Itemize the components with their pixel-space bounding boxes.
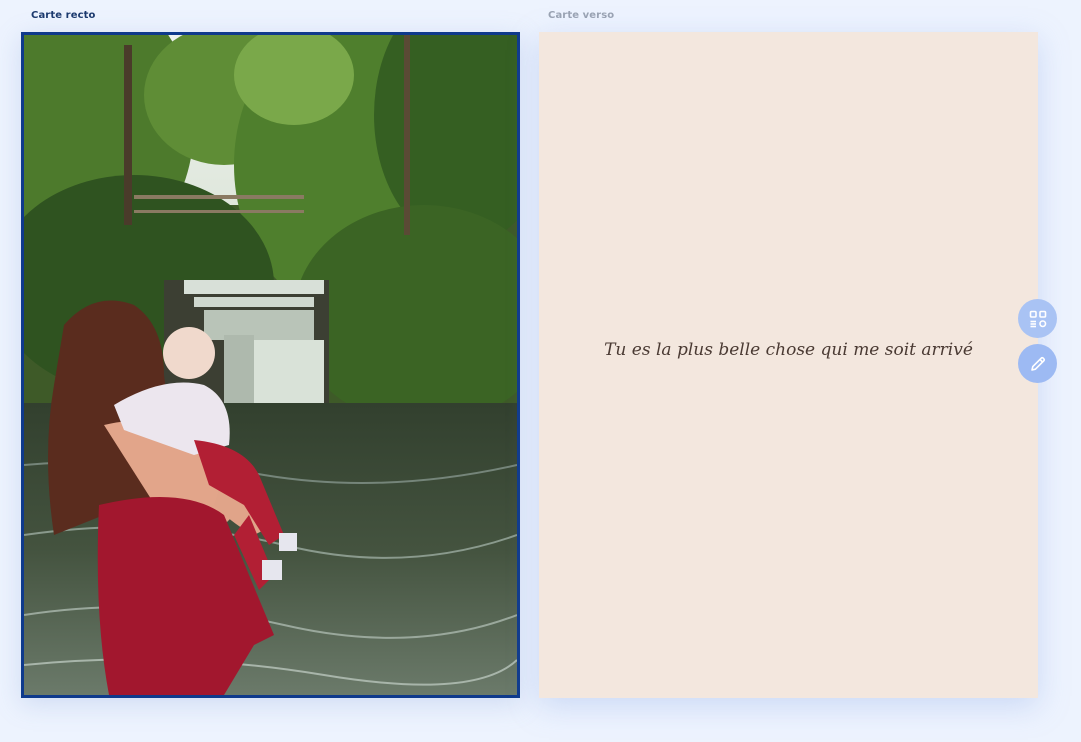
back-card-label: Carte verso: [548, 10, 615, 21]
front-card-photo: [24, 35, 517, 695]
layout-grid-icon: [1029, 310, 1046, 327]
back-card[interactable]: Tu es la plus belle chose qui me soit ar…: [539, 32, 1038, 698]
front-card[interactable]: [21, 32, 520, 698]
card-message[interactable]: Tu es la plus belle chose qui me soit ar…: [539, 340, 1038, 360]
layout-button[interactable]: [1018, 299, 1057, 338]
pencil-icon: [1030, 356, 1045, 371]
edit-button[interactable]: [1018, 344, 1057, 383]
front-card-label: Carte recto: [31, 10, 96, 21]
